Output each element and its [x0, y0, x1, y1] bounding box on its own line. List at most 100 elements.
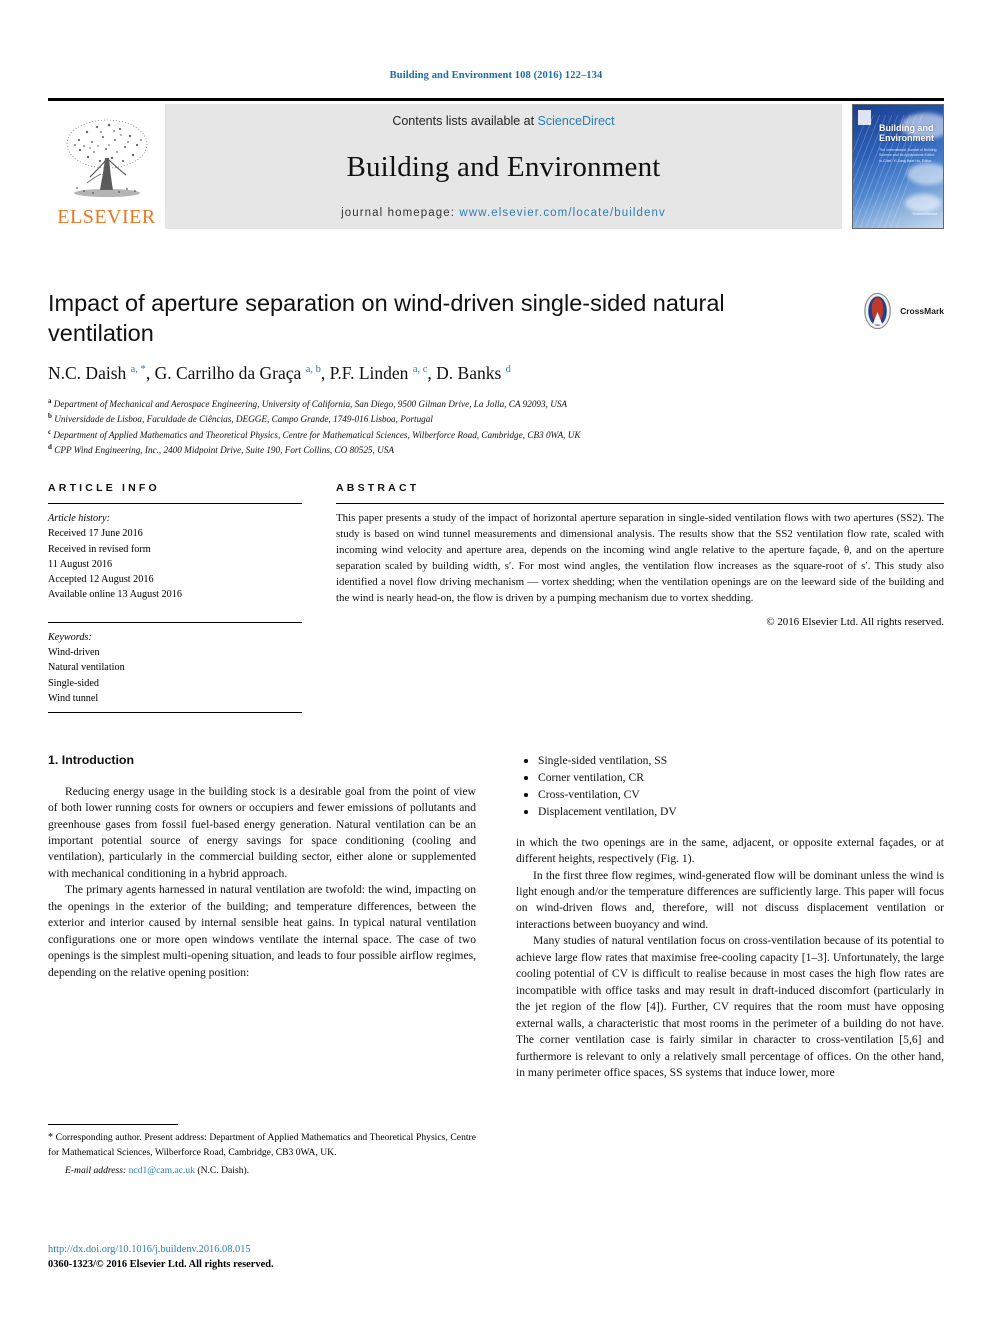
body-column-right: Single-sided ventilation, SS Corner vent… [516, 752, 944, 1081]
author-marks: a, b [305, 364, 321, 376]
info-abstract-section: ARTICLE INFO Article history: Received 1… [48, 482, 944, 720]
paper-page: Building and Environment 108 (2016) 122–… [0, 0, 992, 1323]
affiliation-mark: d [48, 442, 52, 451]
masthead-center: Contents lists available at ScienceDirec… [165, 104, 842, 229]
author-name: D. Banks [436, 363, 502, 384]
cover-title: Building and Environment [879, 123, 934, 144]
affiliation-item: a Department of Mechanical and Aerospace… [48, 396, 944, 411]
author-sep: , [320, 363, 330, 384]
crossmark-label: CrossMark [900, 306, 944, 316]
body-column-left: 1. Introduction Reducing energy usage in… [48, 752, 476, 1081]
author-sep: , [145, 363, 155, 384]
abstract-rights: © 2016 Elsevier Ltd. All rights reserved… [766, 615, 944, 628]
issn-copyright-line: 0360-1323/© 2016 Elsevier Ltd. All right… [48, 1259, 274, 1271]
body-columns: 1. Introduction Reducing energy usage in… [48, 752, 944, 1081]
article-info-column: ARTICLE INFO Article history: Received 1… [48, 482, 302, 720]
masthead-top-rule [48, 98, 944, 101]
affiliation-mark: b [48, 412, 52, 421]
cover-badge: ScienceDirect [912, 211, 937, 216]
journal-homepage-line: journal homepage: www.elsevier.com/locat… [341, 207, 666, 219]
author-item: D. Banks d [436, 363, 511, 383]
contents-prefix: Contents lists available at [392, 114, 538, 128]
email-link[interactable]: ncd1@cam.ac.uk [129, 1165, 195, 1176]
affiliation-mark: c [48, 427, 52, 436]
footnote-email-line: E-mail address: ncd1@cam.ac.uk (N.C. Dai… [48, 1165, 476, 1176]
abstract-heading: ABSTRACT [336, 482, 420, 494]
body-paragraph: Reducing energy usage in the building st… [48, 784, 476, 880]
affiliation-item: d CPP Wind Engineering, Inc., 2400 Midpo… [48, 442, 944, 457]
author-name: N.C. Daish [48, 363, 127, 384]
author-item: G. Carrilho da Graça a, b [155, 363, 321, 383]
history-line: Accepted 12 August 2016 [48, 574, 154, 586]
author-item: N.C. Daish a, * [48, 363, 146, 383]
corresponding-author-footnote: * Corresponding author. Present address:… [48, 1124, 476, 1176]
elsevier-logo: ELSEVIER [48, 104, 165, 229]
footnote-marker: * [48, 1132, 53, 1143]
running-head: Building and Environment 108 (2016) 122–… [389, 70, 603, 81]
cover-title-line2: Environment [879, 133, 935, 144]
abstract-column: ABSTRACT This paper presents a study of … [302, 482, 944, 720]
crossmark-icon [864, 292, 891, 330]
history-line: 11 August 2016 [48, 558, 113, 570]
affiliation-list: a Department of Mechanical and Aerospace… [48, 396, 944, 457]
journal-masthead: ELSEVIER Contents lists available at Sci… [48, 98, 944, 229]
doi-link[interactable]: http://dx.doi.org/10.1016/j.buildenv.201… [48, 1242, 476, 1257]
email-owner: (N.C. Daish). [197, 1165, 250, 1177]
cover-elsevier-mark [858, 110, 871, 125]
list-item: Displacement ventilation, DV [516, 803, 944, 820]
affiliation-text: CPP Wind Engineering, Inc., 2400 Midpoin… [54, 444, 394, 455]
cover-cloud [905, 194, 941, 212]
body-paragraph: In the first three flow regimes, wind-ge… [516, 868, 944, 931]
flow-regimes-list: Single-sided ventilation, SS Corner vent… [516, 752, 944, 821]
elsevier-wordmark: ELSEVIER [57, 206, 156, 228]
cover-title-line1: Building and [879, 123, 934, 133]
title-block: Impact of aperture separation on wind-dr… [48, 288, 944, 457]
body-paragraph: The primary agents harnessed in natural … [48, 883, 476, 979]
body-paragraph: in which the two openings are in the sam… [516, 835, 944, 866]
footnote-body: Corresponding author. Present address: D… [48, 1132, 476, 1158]
footnote-text: * Corresponding author. Present address:… [48, 1131, 476, 1159]
author-name: G. Carrilho da Graça [154, 363, 302, 384]
section-title-introduction: 1. Introduction [48, 753, 135, 767]
affiliation-item: c Department of Applied Mathematics and … [48, 427, 944, 442]
keywords-top-rule [48, 621, 302, 623]
homepage-prefix: journal homepage: [341, 207, 460, 219]
keywords-bottom-rule [48, 712, 302, 714]
journal-title: Building and Environment [346, 151, 661, 183]
body-paragraph: Many studies of natural ventilation focu… [516, 934, 944, 1079]
keywords-block: Keywords: Wind-driven Natural ventilatio… [48, 630, 302, 706]
journal-cover-thumbnail: Building and Environment The Internation… [852, 104, 944, 229]
affiliation-mark: a [48, 396, 52, 405]
cover-subtitle: The International Journal of Building Sc… [879, 148, 937, 163]
affiliation-text: Universidade de Lisboa, Faculdade de Ciê… [54, 414, 433, 425]
author-marks: a, c [412, 364, 428, 376]
crossmark-badge[interactable]: CrossMark [858, 290, 944, 332]
footnote-rule [48, 1124, 178, 1125]
article-info-heading: ARTICLE INFO [48, 482, 160, 494]
history-line: Available online 13 August 2016 [48, 589, 182, 601]
abstract-text: This paper presents a study of the impac… [336, 512, 944, 604]
author-sep: , [427, 363, 437, 384]
keyword-item: Single-sided [48, 677, 99, 689]
abstract-rule [336, 503, 944, 504]
contents-available-line: Contents lists available at ScienceDirec… [392, 114, 614, 128]
doi-and-issn-block: http://dx.doi.org/10.1016/j.buildenv.201… [48, 1242, 476, 1272]
sciencedirect-link[interactable]: ScienceDirect [538, 114, 615, 128]
email-label: E-mail address: [65, 1165, 127, 1177]
author-marks: a, * [130, 364, 146, 376]
affiliation-text: Department of Applied Mathematics and Th… [53, 429, 581, 440]
author-marks: d [505, 364, 511, 376]
author-item: P.F. Linden a, c [330, 363, 428, 383]
history-line: Received in revised form [48, 543, 151, 555]
article-info-rule [48, 503, 302, 504]
homepage-url-link[interactable]: www.elsevier.com/locate/buildenv [459, 207, 666, 219]
author-list: N.C. Daish a, *, G. Carrilho da Graça a,… [48, 362, 944, 385]
keyword-item: Wind tunnel [48, 692, 99, 704]
history-line: Received 17 June 2016 [48, 528, 143, 540]
keywords-label: Keywords: [48, 631, 92, 643]
author-name: P.F. Linden [329, 363, 409, 384]
affiliation-item: b Universidade de Lisboa, Faculdade de C… [48, 411, 944, 426]
list-item: Corner ventilation, CR [516, 769, 944, 786]
page-title: Impact of aperture separation on wind-dr… [48, 290, 725, 347]
